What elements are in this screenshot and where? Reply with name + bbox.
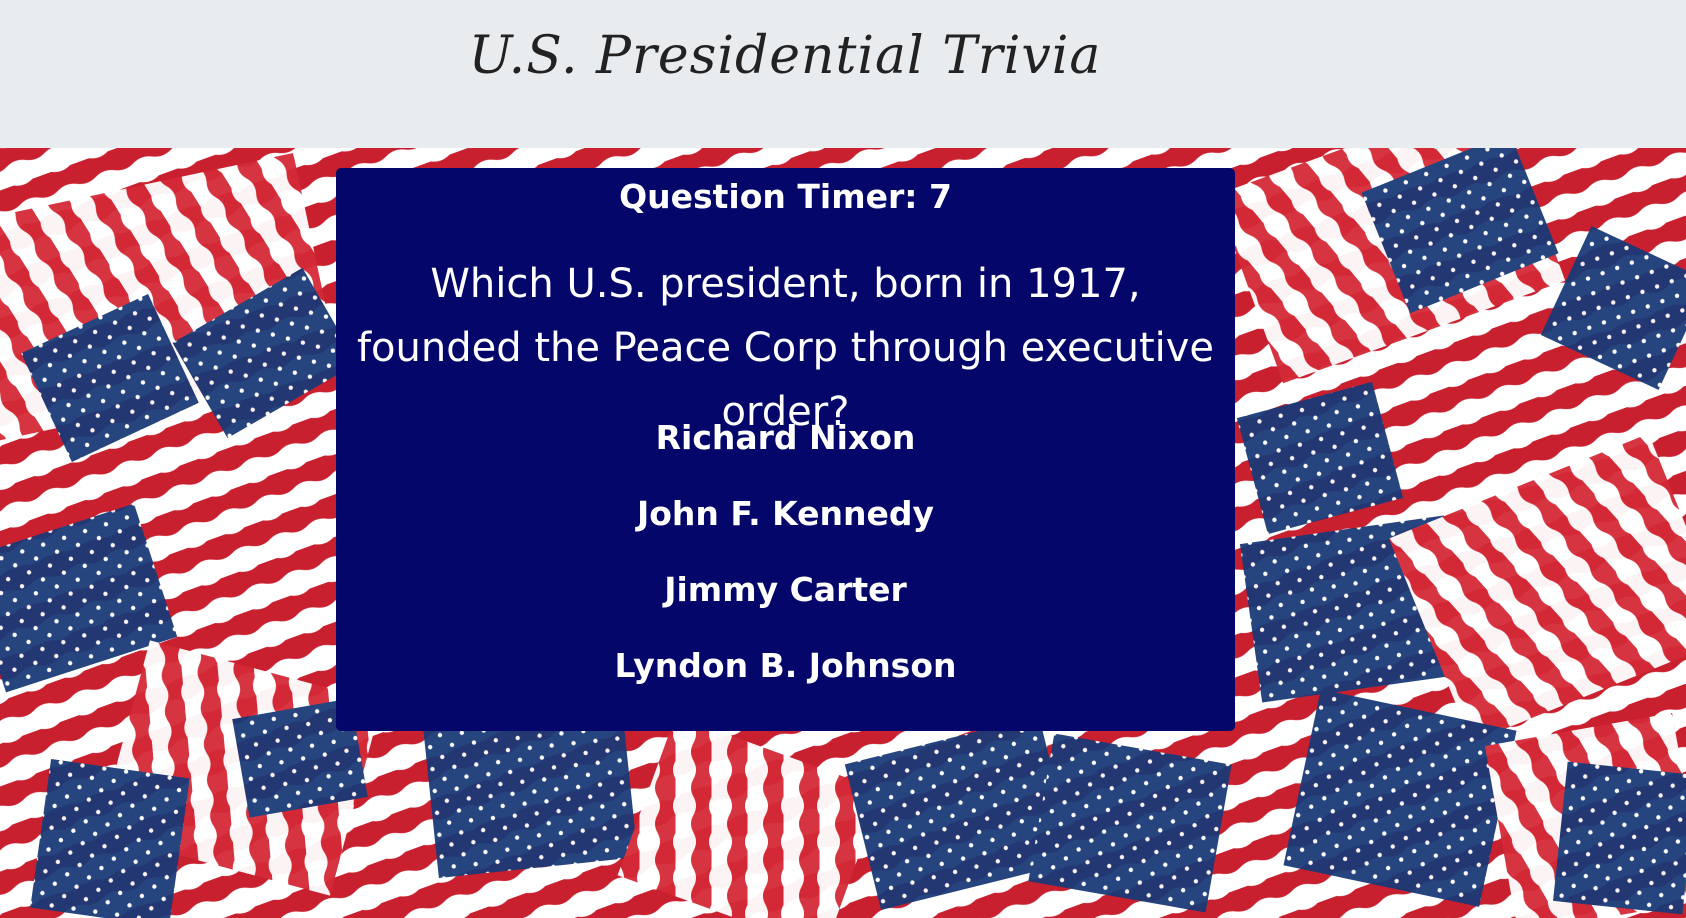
timer-value: 7 <box>928 177 952 216</box>
question-card: Question Timer: 7 Which U.S. president, … <box>336 168 1235 731</box>
timer-label: Question Timer: <box>619 177 918 216</box>
question-timer: Question Timer: 7 <box>336 174 1235 220</box>
answer-option[interactable]: Lyndon B. Johnson <box>336 628 1235 704</box>
answer-list: Richard Nixon John F. Kennedy Jimmy Cart… <box>336 400 1235 704</box>
site-title: U.S. Presidential Trivia <box>468 26 1102 86</box>
answer-option[interactable]: John F. Kennedy <box>336 476 1235 552</box>
answer-option[interactable]: Richard Nixon <box>336 400 1235 476</box>
answer-option[interactable]: Jimmy Carter <box>336 552 1235 628</box>
header-bar: U.S. Presidential Trivia <box>0 0 1686 148</box>
